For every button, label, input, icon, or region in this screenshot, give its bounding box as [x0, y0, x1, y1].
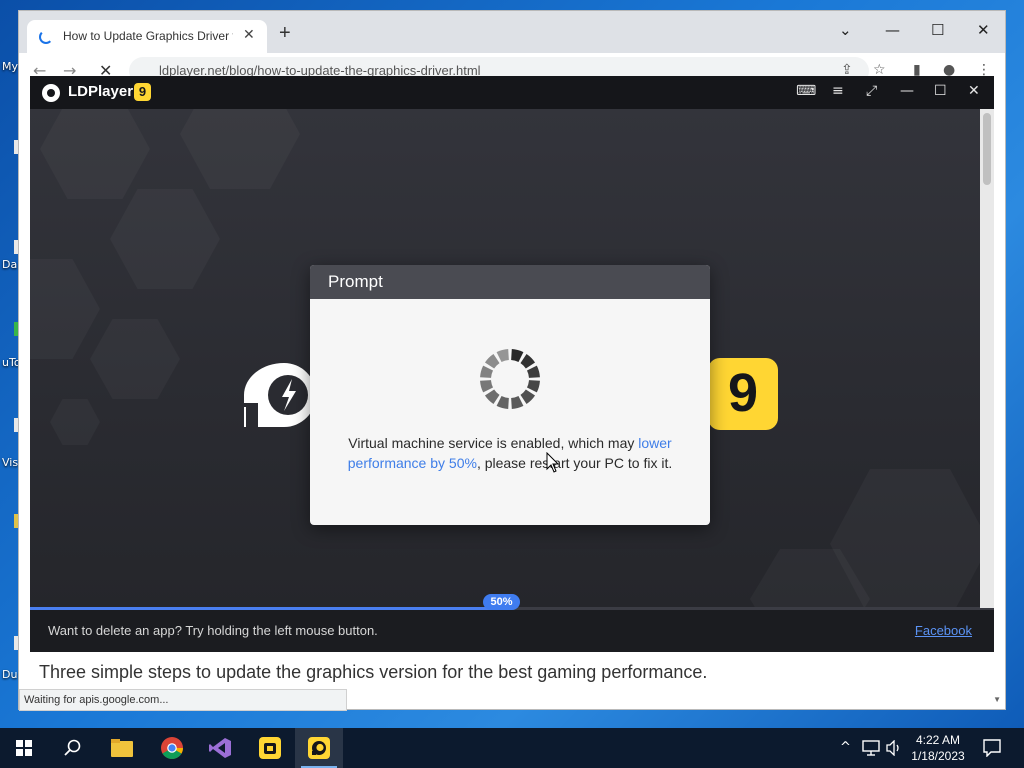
close-button[interactable]: ✕ — [977, 21, 990, 39]
system-clock[interactable]: 4:22 AM 1/18/2023 — [906, 732, 970, 764]
spinner-segment — [526, 380, 540, 393]
spinner-segment — [480, 365, 494, 378]
minimize-button[interactable]: — — [900, 83, 914, 99]
new-tab-button[interactable]: + — [279, 23, 291, 43]
menu-icon[interactable]: ≡ — [832, 83, 844, 99]
tray-chevron-icon[interactable]: ^ — [840, 740, 851, 755]
background-hexagon — [30, 259, 100, 359]
desktop-label[interactable]: Da — [2, 258, 17, 271]
spinner-segment — [496, 395, 509, 409]
spinner-segment — [520, 353, 536, 369]
browser-tab[interactable]: How to Update Graphics Driver f ✕ — [27, 20, 267, 53]
minimize-button[interactable]: — — [885, 21, 900, 39]
taskbar-ldmultiplayer[interactable] — [246, 728, 294, 768]
scrollbar[interactable] — [980, 109, 994, 608]
background-hexagon — [50, 399, 100, 445]
ldplayer-splash: 9 Prompt Virtual machine service is enab… — [30, 109, 994, 608]
background-hexagon — [110, 189, 220, 289]
background-hexagon — [180, 109, 300, 189]
spinner-segment — [480, 380, 494, 393]
spinner-segment — [496, 349, 509, 363]
desktop-label[interactable]: Vis — [2, 456, 18, 469]
background-hexagon — [40, 109, 150, 199]
chrome-titlebar[interactable]: How to Update Graphics Driver f ✕ + ⌄ — … — [19, 11, 1005, 53]
prompt-message-text: , please restart your PC to fix it. — [476, 455, 673, 471]
clock-time: 4:22 AM — [915, 733, 961, 747]
taskbar-visual-studio[interactable] — [196, 728, 244, 768]
windows-logo-icon — [16, 740, 32, 756]
network-icon[interactable] — [862, 740, 880, 756]
desktop-label[interactable]: My — [2, 60, 18, 73]
volume-icon[interactable] — [886, 740, 902, 756]
taskbar-file-explorer[interactable] — [98, 728, 146, 768]
notification-icon[interactable] — [983, 739, 1001, 757]
ldplayer-logo-icon — [42, 84, 60, 102]
prompt-message: Virtual machine service is enabled, whic… — [340, 433, 680, 473]
background-hexagon — [90, 319, 180, 399]
article-subtitle: Three simple steps to update the graphic… — [39, 662, 708, 682]
spinner-segment — [484, 389, 500, 405]
spinner-segment — [511, 395, 524, 409]
app-name: LDPlayer — [68, 83, 134, 100]
taskbar-ldplayer[interactable] — [295, 728, 343, 768]
taskbar-chrome[interactable] — [148, 728, 196, 768]
taskbar: ^ 4:22 AM 1/18/2023 — [0, 728, 1024, 768]
loading-spinner-icon — [480, 349, 540, 409]
spinner-segment — [520, 389, 536, 405]
clock-date: 1/18/2023 — [911, 749, 965, 763]
mouse-cursor-icon — [546, 452, 560, 473]
prompt-title: Prompt — [328, 272, 383, 291]
close-button[interactable]: ✕ — [968, 83, 980, 99]
ldplayer-window: LDPlayer 9 ⌨ ≡ ⤢ — ☐ ✕ 9 Prompt Virtual … — [30, 76, 994, 652]
maximize-button[interactable]: ☐ — [931, 21, 944, 39]
spinner-segment — [526, 365, 540, 378]
resize-icon[interactable]: ⤢ — [866, 83, 877, 99]
progress-label: 50% — [483, 594, 520, 610]
chrome-icon — [161, 737, 183, 759]
maximize-button[interactable]: ☐ — [934, 83, 947, 99]
prompt-header: Prompt — [310, 265, 710, 299]
visual-studio-icon — [209, 738, 231, 758]
ldplayer-footer: Want to delete an app? Try holding the l… — [30, 610, 994, 652]
version-badge: 9 — [134, 83, 151, 101]
desktop-label[interactable]: Du — [2, 668, 17, 681]
loading-spinner-icon — [39, 30, 53, 44]
tip-text: Want to delete an app? Try holding the l… — [48, 623, 378, 638]
start-button[interactable] — [0, 728, 48, 768]
scrollbar-thumb[interactable] — [983, 113, 991, 185]
version-badge-large: 9 — [708, 358, 778, 430]
search-icon — [64, 739, 81, 756]
status-bar: Waiting for apis.google.com... — [19, 689, 347, 711]
facebook-link[interactable]: Facebook — [915, 623, 972, 638]
ldmultiplayer-icon — [259, 737, 281, 759]
tab-title: How to Update Graphics Driver f — [63, 29, 233, 43]
tab-search-icon[interactable]: ⌄ — [839, 21, 852, 39]
scroll-down-arrow-icon[interactable]: ▼ — [993, 695, 1001, 704]
prompt-dialog: Prompt Virtual machine service is enable… — [310, 265, 710, 525]
gamepad-icon[interactable]: ⌨ — [796, 83, 816, 99]
ldplayer-titlebar[interactable]: LDPlayer 9 ⌨ ≡ ⤢ — ☐ ✕ — [30, 76, 994, 109]
folder-icon — [111, 739, 133, 757]
tab-close-icon[interactable]: ✕ — [243, 26, 255, 43]
spinner-segment — [484, 353, 500, 369]
spinner-segment — [511, 349, 524, 363]
prompt-message-text: Virtual machine service is enabled, whic… — [348, 435, 639, 451]
ldplayer-icon — [308, 737, 330, 759]
search-button[interactable] — [48, 728, 96, 768]
